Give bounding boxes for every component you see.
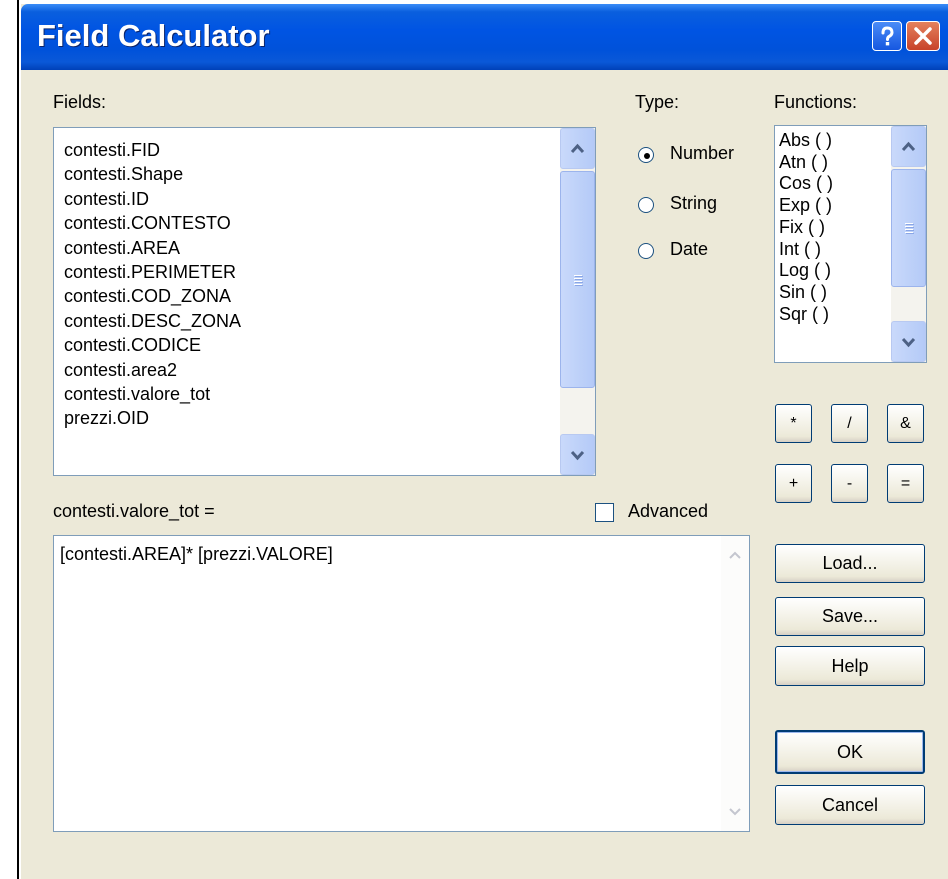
function-list-item[interactable]: Sin ( ) xyxy=(779,282,833,304)
concatenate-button[interactable]: & xyxy=(887,404,924,443)
functions-listbox[interactable]: Abs ( ) Atn ( ) Cos ( ) Exp ( ) Fix ( ) Int (… xyxy=(774,125,927,363)
field-list-item[interactable]: contesti.CONTESTO xyxy=(64,211,241,235)
radio-string-label[interactable]: String xyxy=(670,193,717,214)
fields-label: Fields: xyxy=(53,92,107,112)
radio-date-label[interactable]: Date xyxy=(670,239,708,260)
function-list-item[interactable]: Atn ( ) xyxy=(779,152,833,174)
grip-icon xyxy=(904,221,913,235)
chevron-down-icon xyxy=(729,808,741,816)
field-list-item[interactable]: contesti.PERIMETER xyxy=(64,260,241,284)
field-list-item[interactable]: contesti.valore_tot xyxy=(64,382,241,406)
radio-dot xyxy=(644,153,650,159)
left-border-line xyxy=(17,0,19,879)
cancel-button[interactable]: Cancel xyxy=(775,785,925,825)
function-list-item[interactable]: Exp ( ) xyxy=(779,195,833,217)
function-list-item[interactable]: Log ( ) xyxy=(779,260,833,282)
plus-button[interactable]: + xyxy=(775,464,812,503)
save-button[interactable]: Save... xyxy=(775,597,925,636)
field-list-item[interactable]: contesti.AREA xyxy=(64,236,241,260)
minus-button[interactable]: - xyxy=(831,464,868,503)
help-title-button[interactable] xyxy=(872,21,902,51)
functions-scroll-thumb[interactable] xyxy=(891,169,926,287)
expression-text[interactable]: [contesti.AREA]* [prezzi.VALORE] xyxy=(60,544,333,565)
fields-scroll-up-button[interactable] xyxy=(560,128,595,169)
radio-circle[interactable] xyxy=(638,243,654,259)
function-list-item[interactable]: Sqr ( ) xyxy=(779,304,833,326)
fields-scroll-thumb[interactable] xyxy=(560,171,595,388)
field-list-item[interactable]: contesti.Shape xyxy=(64,162,241,186)
functions-list: Abs ( ) Atn ( ) Cos ( ) Exp ( ) Fix ( ) Int (… xyxy=(779,130,833,325)
functions-scrollbar[interactable] xyxy=(891,126,926,362)
function-list-item[interactable]: Cos ( ) xyxy=(779,173,833,195)
function-list-item[interactable]: Fix ( ) xyxy=(779,217,833,239)
window-title: Field Calculator xyxy=(37,18,270,53)
chevron-up-icon xyxy=(901,141,916,152)
fields-list: contesti.FID contesti.Shape contesti.ID con… xyxy=(64,138,241,431)
fields-scroll-down-button[interactable] xyxy=(560,434,595,475)
title-bar[interactable]: Field Calculator xyxy=(21,4,948,70)
advanced-label[interactable]: Advanced xyxy=(628,501,708,522)
expression-label: contesti.valore_tot = xyxy=(53,501,215,521)
type-label: Type: xyxy=(635,92,680,112)
advanced-checkbox[interactable] xyxy=(595,503,614,522)
expression-textbox[interactable]: [contesti.AREA]* [prezzi.VALORE] xyxy=(53,535,750,832)
field-list-item[interactable]: contesti.ID xyxy=(64,187,241,211)
grip-icon xyxy=(573,273,582,287)
function-list-item[interactable]: Abs ( ) xyxy=(779,130,833,152)
chevron-up-icon xyxy=(570,143,585,154)
expression-scrollbar xyxy=(721,536,749,831)
help-button[interactable]: Help xyxy=(775,646,925,686)
radio-circle[interactable] xyxy=(638,147,654,163)
radio-circle[interactable] xyxy=(638,197,654,213)
close-button[interactable] xyxy=(906,21,940,51)
multiply-button[interactable]: * xyxy=(775,404,812,443)
chevron-down-icon xyxy=(901,337,916,348)
load-button[interactable]: Load... xyxy=(775,544,925,583)
field-list-item[interactable]: contesti.CODICE xyxy=(64,333,241,357)
question-icon xyxy=(881,26,894,46)
field-list-item[interactable]: contesti.area2 xyxy=(64,358,241,382)
function-list-item[interactable]: Int ( ) xyxy=(779,239,833,261)
close-icon xyxy=(914,27,932,45)
functions-label: Functions: xyxy=(774,92,858,112)
equals-button[interactable]: = xyxy=(887,464,924,503)
fields-scrollbar[interactable] xyxy=(560,128,595,475)
fields-listbox[interactable]: contesti.FID contesti.Shape contesti.ID con… xyxy=(53,127,596,476)
functions-scroll-up-button[interactable] xyxy=(891,126,926,167)
radio-number-label[interactable]: Number xyxy=(670,143,734,164)
divide-button[interactable]: / xyxy=(831,404,868,443)
field-list-item[interactable]: contesti.FID xyxy=(64,138,241,162)
field-calculator-dialog: Field Calculator Fields: contesti.FID con… xyxy=(21,4,948,879)
field-list-item[interactable]: contesti.DESC_ZONA xyxy=(64,309,241,333)
ok-button[interactable]: OK xyxy=(775,730,925,774)
field-list-item[interactable]: prezzi.OID xyxy=(64,406,241,430)
field-list-item[interactable]: contesti.COD_ZONA xyxy=(64,284,241,308)
functions-scroll-down-button[interactable] xyxy=(891,321,926,362)
chevron-up-icon xyxy=(729,551,741,559)
chevron-down-icon xyxy=(570,450,585,461)
